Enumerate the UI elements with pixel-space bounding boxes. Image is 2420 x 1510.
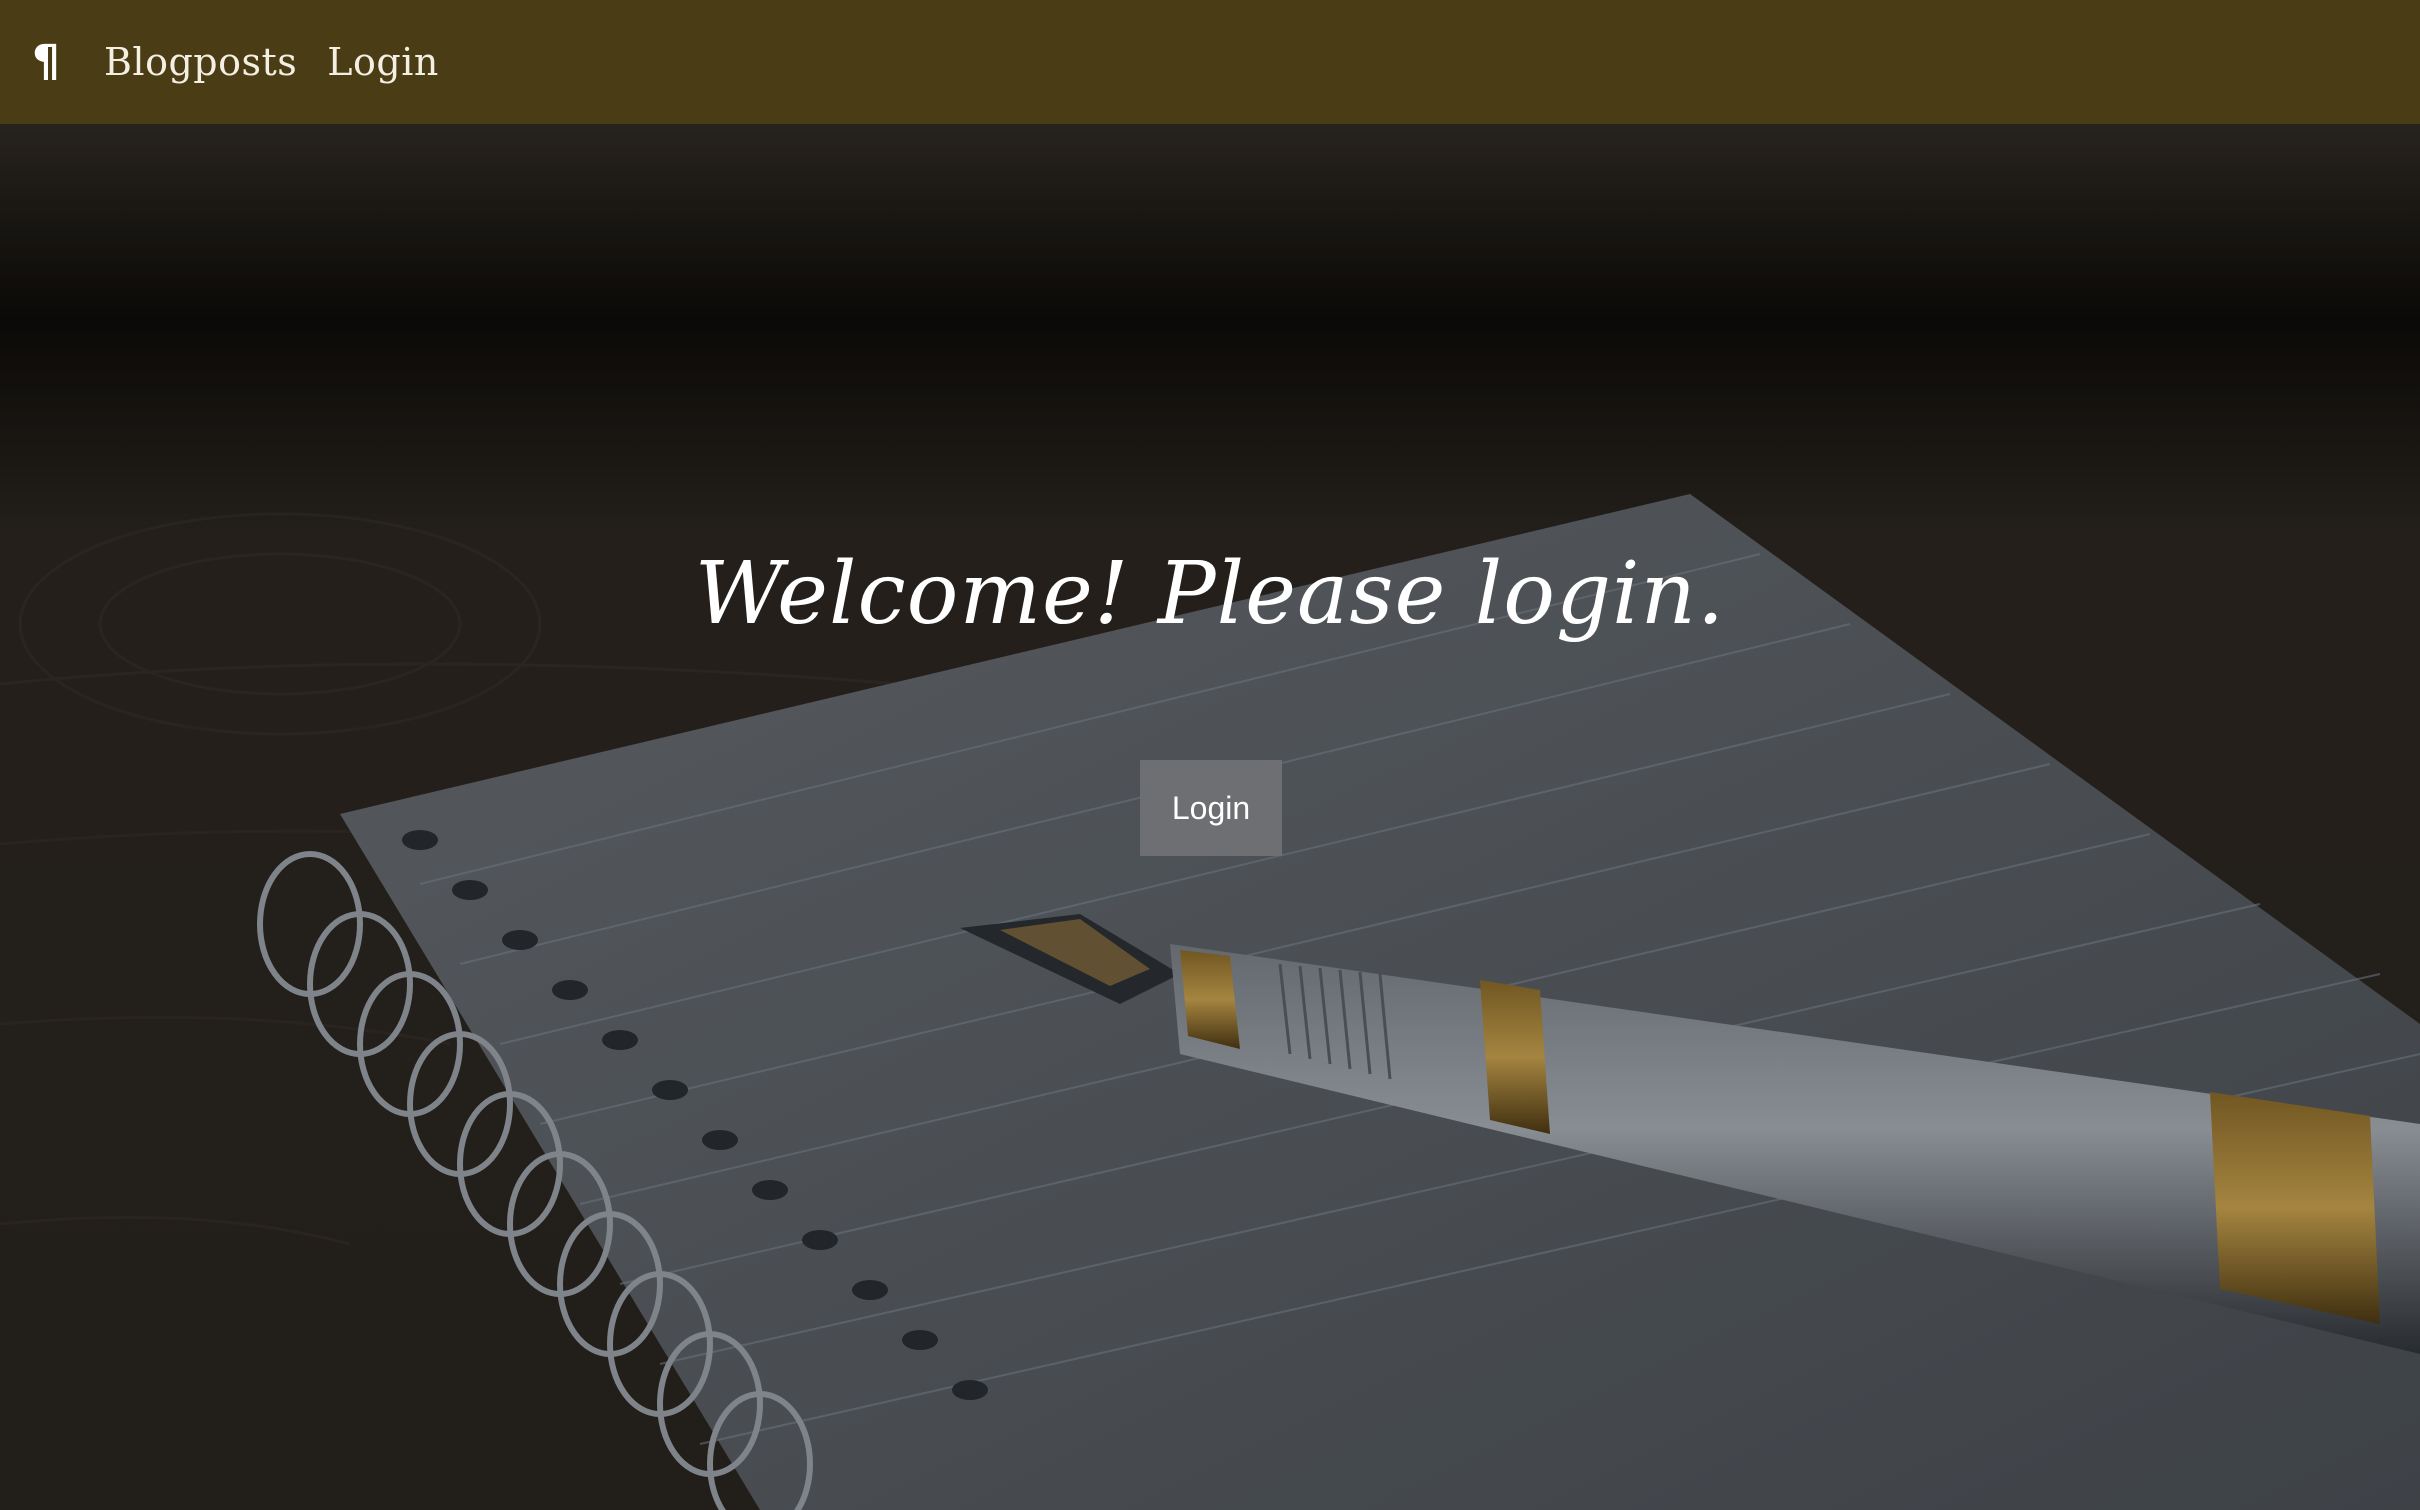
top-navbar: ¶ Blogposts Login	[0, 0, 2420, 124]
hero-section: Welcome! Please login. Login	[0, 124, 2420, 1510]
nav-link-login[interactable]: Login	[327, 40, 439, 84]
pilcrow-icon[interactable]: ¶	[28, 40, 64, 84]
login-button[interactable]: Login	[1140, 760, 1282, 856]
nav-links: Blogposts Login	[104, 40, 439, 84]
nav-link-blogposts[interactable]: Blogposts	[104, 40, 297, 84]
hero-title: Welcome! Please login.	[694, 544, 1726, 644]
